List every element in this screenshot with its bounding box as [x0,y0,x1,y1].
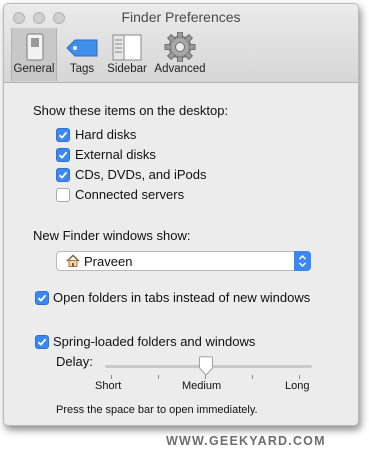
watermark: WWW.GEEKYARD.COM [166,434,326,448]
space-bar-hint: Press the space bar to open immediately. [56,404,258,416]
general-switch-icon [12,32,56,62]
tab-sidebar-label: Sidebar [107,63,147,75]
tab-sidebar[interactable]: Sidebar [104,28,150,81]
delay-long-label: Long [285,380,310,392]
finder-preferences-window: Finder Preferences General Tags Sidebar … [3,3,359,426]
sidebar-icon [104,32,150,62]
slider-tick [158,375,159,379]
cds-dvds-ipods-checkbox[interactable] [56,168,70,182]
spring-loaded-checkbox[interactable] [35,335,49,349]
tab-general[interactable]: General [11,28,57,81]
slider-tick [299,375,300,379]
window-title: Finder Preferences [121,9,241,25]
tab-tags[interactable]: Tags [60,28,104,81]
tag-icon [60,32,104,62]
new-window-popup[interactable]: Praveen [56,251,311,271]
checkmark-icon [58,131,68,139]
slider-tick [252,375,253,379]
tab-tags-label: Tags [69,63,95,75]
checkmark-icon [37,294,47,302]
new-window-popup-value: Praveen [84,254,133,269]
external-disks-label: External disks [75,147,156,162]
checkmark-icon [58,151,68,159]
home-icon [66,254,80,273]
spring-loaded-label: Spring-loaded folders and windows [53,334,256,349]
open-in-tabs-checkbox[interactable] [35,291,49,305]
new-window-label: New Finder windows show: [33,228,191,243]
toolbar: Finder Preferences General Tags Sidebar … [4,4,358,83]
tab-general-label: General [13,63,55,75]
desktop-items-heading: Show these items on the desktop: [33,103,229,118]
checkmark-icon [58,171,68,179]
gear-icon [150,31,210,63]
tab-advanced[interactable]: Advanced [150,28,210,81]
checkmark-icon [37,338,47,346]
slider-tick [111,375,112,379]
hard-disks-checkbox[interactable] [56,128,70,142]
connected-servers-label: Connected servers [75,187,185,202]
connected-servers-checkbox[interactable] [56,188,70,202]
external-disks-checkbox[interactable] [56,148,70,162]
hard-disks-label: Hard disks [75,127,137,142]
tab-advanced-label: Advanced [154,63,206,75]
delay-short-label: Short [95,380,122,392]
cds-dvds-ipods-label: CDs, DVDs, and iPods [75,167,207,182]
popup-arrows-icon [294,251,311,271]
open-in-tabs-label: Open folders in tabs instead of new wind… [53,290,311,305]
delay-medium-label: Medium [182,380,222,392]
delay-slider-knob[interactable] [198,356,214,381]
delay-label: Delay: [56,354,93,369]
